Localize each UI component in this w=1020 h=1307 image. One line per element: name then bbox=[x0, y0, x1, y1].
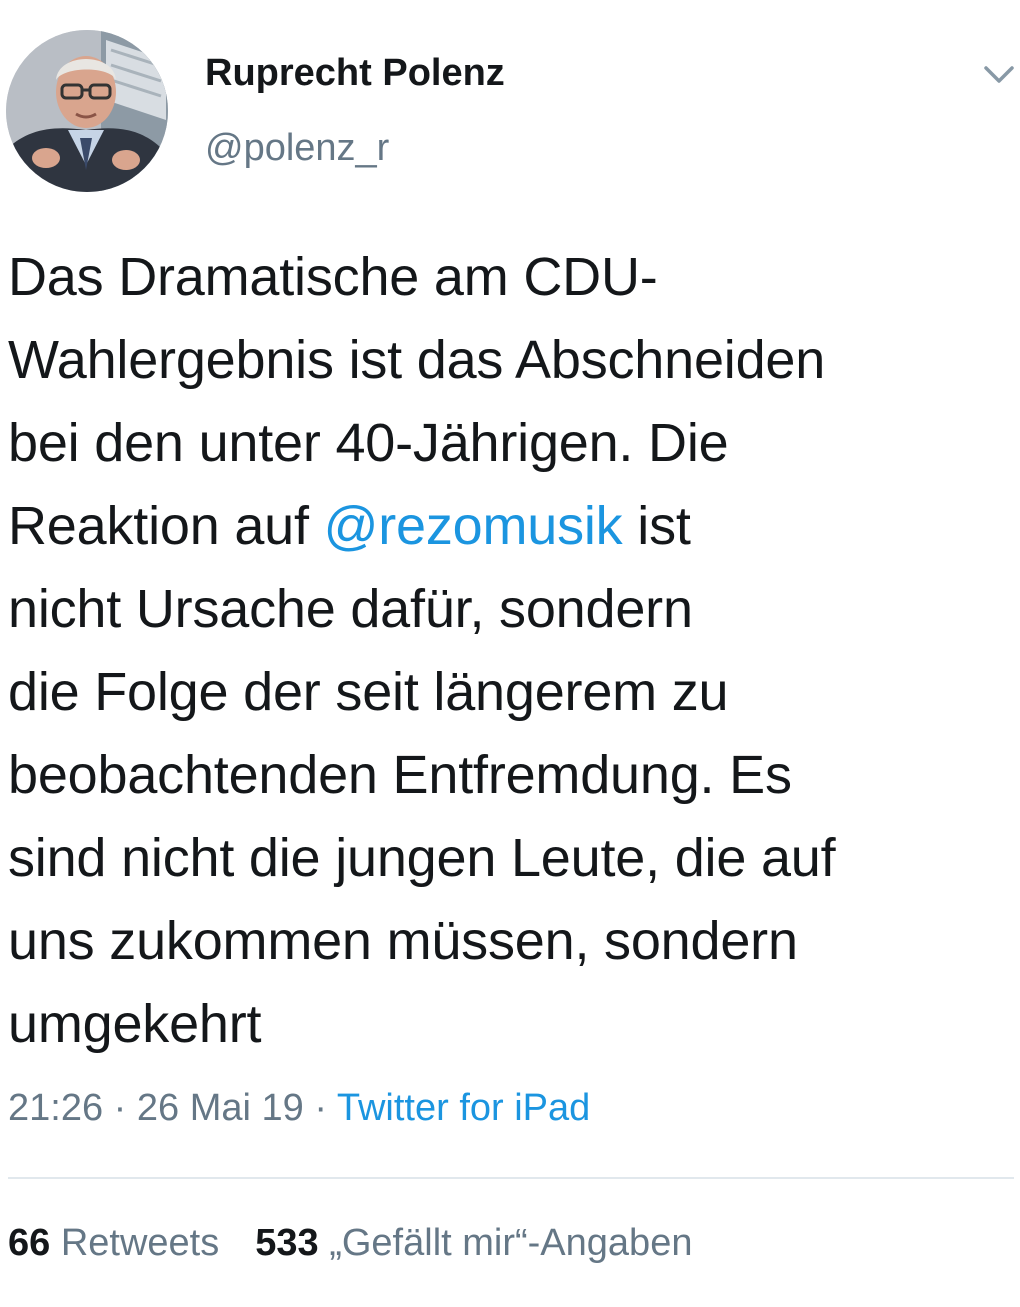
tweet-line: Wahlergebnis ist das Abschneiden bbox=[8, 330, 826, 390]
tweet-line: umgekehrt bbox=[8, 994, 262, 1054]
tweet-text: Das Dramatische am CDU- Wahlergebnis ist… bbox=[8, 236, 1018, 1066]
author-handle[interactable]: @polenz_r bbox=[205, 127, 389, 170]
meta-separator: · bbox=[103, 1087, 137, 1129]
chevron-down-icon[interactable] bbox=[978, 56, 1020, 92]
tweet-line: Reaktion auf bbox=[8, 496, 324, 556]
tweet-line: uns zukommen müssen, sondern bbox=[8, 911, 798, 971]
retweets-stat[interactable]: 66 Retweets bbox=[8, 1222, 219, 1264]
tweet-line-with-mention: Reaktion auf @rezomusik ist bbox=[8, 485, 1018, 568]
avatar[interactable] bbox=[6, 30, 168, 192]
tweet-line: bei den unter 40-Jährigen. Die bbox=[8, 413, 729, 473]
tweet-stats: 66 Retweets 533 „Gefällt mir“-Angaben bbox=[8, 1222, 692, 1265]
tweet-date[interactable]: 26 Mai 19 bbox=[137, 1087, 304, 1129]
tweet-line: Das Dramatische am CDU- bbox=[8, 247, 658, 307]
avatar-photo bbox=[6, 30, 168, 192]
tweet-line: die Folge der seit längerem zu bbox=[8, 662, 729, 722]
meta-separator: · bbox=[303, 1087, 337, 1129]
tweet-line: beobachtenden Entfremdung. Es bbox=[8, 745, 792, 805]
likes-stat[interactable]: 533 „Gefällt mir“-Angaben bbox=[255, 1222, 692, 1264]
divider bbox=[8, 1177, 1014, 1179]
tweet-source-link[interactable]: Twitter for iPad bbox=[337, 1087, 590, 1129]
retweets-count: 66 bbox=[8, 1222, 51, 1264]
mention-link[interactable]: @rezomusik bbox=[324, 496, 623, 556]
tweet-line: nicht Ursache dafür, sondern bbox=[8, 579, 693, 639]
author-name[interactable]: Ruprecht Polenz bbox=[205, 52, 505, 95]
likes-label: „Gefällt mir“-Angaben bbox=[318, 1222, 693, 1264]
tweet-header: Ruprecht Polenz @polenz_r bbox=[0, 0, 1020, 200]
tweet-meta: 21:26 · 26 Mai 19 · Twitter for iPad bbox=[8, 1087, 590, 1130]
retweets-label: Retweets bbox=[50, 1222, 220, 1264]
tweet-time[interactable]: 21:26 bbox=[8, 1087, 103, 1129]
likes-count: 533 bbox=[255, 1222, 319, 1264]
tweet-line: sind nicht die jungen Leute, die auf bbox=[8, 828, 836, 888]
tweet-line-continuation: ist bbox=[622, 496, 691, 556]
